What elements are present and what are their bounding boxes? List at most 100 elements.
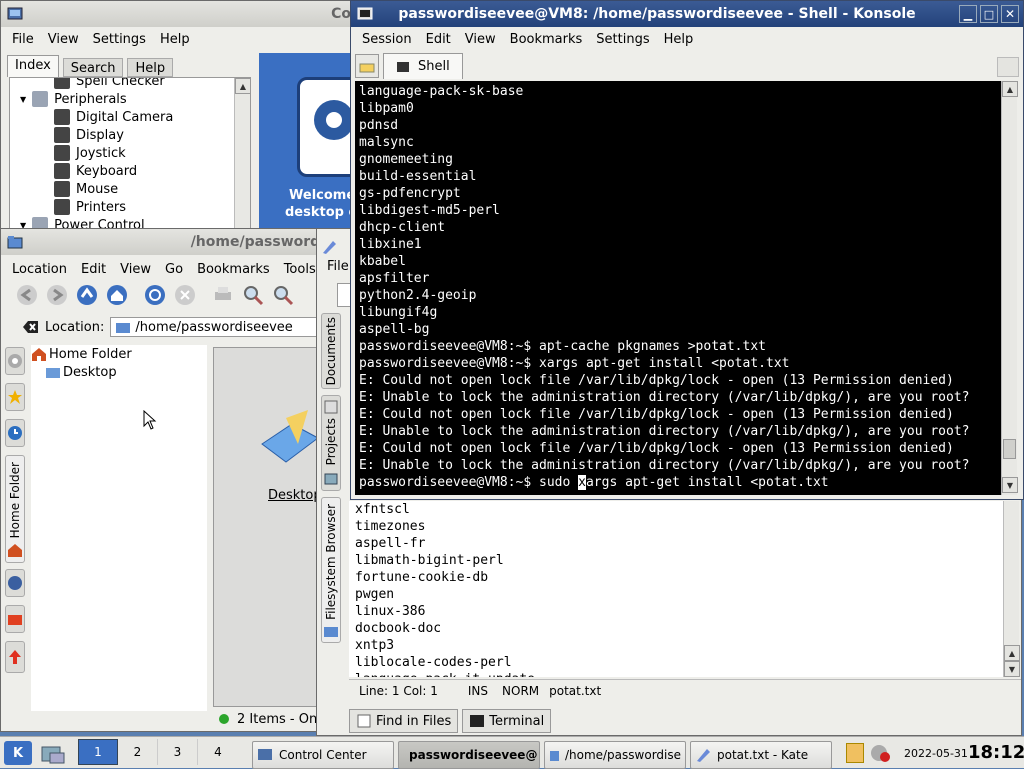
menu-bookmarks[interactable]: Bookmarks <box>190 262 277 277</box>
kate-scrollbar[interactable]: ▲ ▼ <box>1003 501 1020 677</box>
menu-view[interactable]: View <box>458 32 503 47</box>
control-center-titlebar[interactable]: Co <box>1 1 351 27</box>
tab-shell[interactable]: Shell <box>383 53 463 79</box>
sidebar-tab-services[interactable] <box>5 347 25 375</box>
tree-item[interactable]: ▼ Peripherals <box>10 90 234 108</box>
menu-location[interactable]: Location <box>5 262 74 277</box>
editor-line: aspell-fr <box>355 536 426 551</box>
konqueror-titlebar[interactable]: /home/passwordi <box>1 229 329 255</box>
menu-file[interactable]: File <box>5 32 41 47</box>
klipper-icon[interactable] <box>846 743 864 763</box>
show-desktop-icon[interactable] <box>40 743 68 765</box>
desktop-pager-4[interactable]: 4 <box>198 739 238 765</box>
scroll-thumb[interactable] <box>1003 439 1016 459</box>
sidebar-tab-home-folder[interactable]: Home Folder <box>5 455 25 563</box>
zoom-in-icon[interactable] <box>241 283 265 307</box>
tab-search[interactable]: Search <box>62 58 124 77</box>
sidebar-tab-root-folder[interactable] <box>5 605 25 633</box>
menu-view[interactable]: View <box>41 32 86 47</box>
desktop-pager-1[interactable]: 1 <box>78 739 118 765</box>
menu-help[interactable]: Help <box>657 32 701 47</box>
module-icon <box>54 109 70 125</box>
terminal-screen[interactable]: language-pack-sk-base libpam0 pdnsd malsync… <box>355 81 1001 495</box>
task-konqueror[interactable]: /home/passwordise <box>544 741 686 769</box>
tree-item[interactable]: Digital Camera <box>10 108 234 126</box>
find-icon <box>357 714 371 728</box>
location-input[interactable]: /home/passwordiseevee <box>110 317 321 337</box>
editor-line: docbook-doc <box>355 621 442 636</box>
tab-help[interactable]: Help <box>127 58 174 77</box>
reload-icon[interactable] <box>143 283 167 307</box>
tree-item[interactable]: Mouse <box>10 180 234 198</box>
desktop-pager-3[interactable]: 3 <box>158 739 198 765</box>
terminal-tab[interactable]: Terminal <box>462 709 552 733</box>
menu-edit[interactable]: Edit <box>419 32 458 47</box>
konsole-titlebar[interactable]: passwordiseevee@VM8: /home/passwordiseev… <box>351 1 1023 27</box>
clear-location-icon[interactable] <box>21 319 39 335</box>
desktop-pager-2[interactable]: 2 <box>118 739 158 765</box>
menu-bookmarks[interactable]: Bookmarks <box>503 32 590 47</box>
close-session-icon[interactable] <box>997 57 1019 77</box>
zoom-out-icon[interactable] <box>271 283 295 307</box>
tab-index[interactable]: Index <box>7 55 59 77</box>
scroll-down-arrow-icon[interactable]: ▼ <box>1002 477 1018 493</box>
back-icon[interactable] <box>15 283 39 307</box>
clock-time[interactable]: 18:12 <box>968 742 1024 763</box>
kate-tab-documents[interactable]: Documents <box>321 313 341 389</box>
task-konsole[interactable]: passwordiseevee@ <box>398 741 540 769</box>
stop-icon[interactable] <box>173 283 197 307</box>
tree-item-desktop[interactable]: Desktop <box>31 363 207 381</box>
new-session-button[interactable] <box>355 54 379 78</box>
terminal-scrollbar[interactable]: ▲ ▼ <box>1001 81 1018 495</box>
clock-date[interactable]: 2022-05-31 <box>904 747 968 760</box>
menu-edit[interactable]: Edit <box>74 262 113 277</box>
tree-item[interactable]: Printers <box>10 198 234 216</box>
home-icon[interactable] <box>105 283 129 307</box>
scroll-up-arrow-icon[interactable]: ▲ <box>1004 645 1020 661</box>
expand-arrow-icon[interactable]: ▼ <box>20 95 26 104</box>
minimize-icon[interactable]: ▁ <box>959 5 977 23</box>
sidebar-tab-bookmarks[interactable] <box>5 383 25 411</box>
desktop-folder-icon[interactable] <box>258 408 322 472</box>
tree-item[interactable]: Joystick <box>10 144 234 162</box>
sidebar-tab-history[interactable] <box>5 419 25 447</box>
menu-settings[interactable]: Settings <box>86 32 153 47</box>
menu-view[interactable]: View <box>113 262 158 277</box>
up-icon[interactable] <box>75 283 99 307</box>
terminal-line: E: Could not open lock file /var/lib/dpk… <box>359 373 954 388</box>
tree-item[interactable]: Display <box>10 126 234 144</box>
desktop-icon-label[interactable]: Desktop <box>268 488 322 503</box>
find-in-files-tab[interactable]: Find in Files <box>349 709 459 733</box>
sidebar-tab-network[interactable] <box>5 569 25 597</box>
menu-settings[interactable]: Settings <box>589 32 656 47</box>
konqueror-menubar: Location Edit View Go Bookmarks Tools <box>1 257 329 281</box>
task-kate[interactable]: potat.txt - Kate <box>690 741 832 769</box>
menu-session[interactable]: Session <box>355 32 419 47</box>
module-tree-scrollbar[interactable]: ▲ <box>234 78 250 232</box>
forward-icon[interactable] <box>45 283 69 307</box>
tree-item[interactable]: Spell Checker <box>10 78 234 90</box>
scroll-up-arrow-icon[interactable]: ▲ <box>1002 81 1018 97</box>
kate-editor[interactable]: xfntscl timezones aspell-fr libmath-bigint-… <box>349 501 1005 677</box>
folder-tree: Home Folder Desktop <box>31 345 207 711</box>
network-status-icon[interactable] <box>870 743 892 763</box>
status-norm[interactable]: NORM <box>502 684 539 698</box>
print-icon[interactable] <box>211 283 235 307</box>
menu-help[interactable]: Help <box>153 32 197 47</box>
new-document-icon[interactable] <box>337 283 351 307</box>
kde-menu-icon[interactable]: K <box>4 741 32 765</box>
close-icon[interactable]: ✕ <box>1001 5 1019 23</box>
maximize-icon[interactable]: □ <box>980 5 998 23</box>
kate-tab-filesystem-browser[interactable]: Filesystem Browser <box>321 497 341 643</box>
scroll-up-arrow-icon[interactable]: ▲ <box>235 78 250 94</box>
scroll-down-arrow-icon[interactable]: ▼ <box>1004 661 1020 677</box>
tree-item[interactable]: Keyboard <box>10 162 234 180</box>
mouse-cursor-icon <box>143 410 157 430</box>
status-ins[interactable]: INS <box>468 684 488 698</box>
tree-item-home-folder[interactable]: Home Folder <box>31 345 207 363</box>
sidebar-tab-special[interactable] <box>5 641 25 673</box>
kate-menu-file[interactable]: File <box>327 259 349 274</box>
menu-go[interactable]: Go <box>158 262 190 277</box>
task-control-center[interactable]: Control Center <box>252 741 394 769</box>
kate-tab-projects[interactable]: Projects <box>321 395 341 491</box>
